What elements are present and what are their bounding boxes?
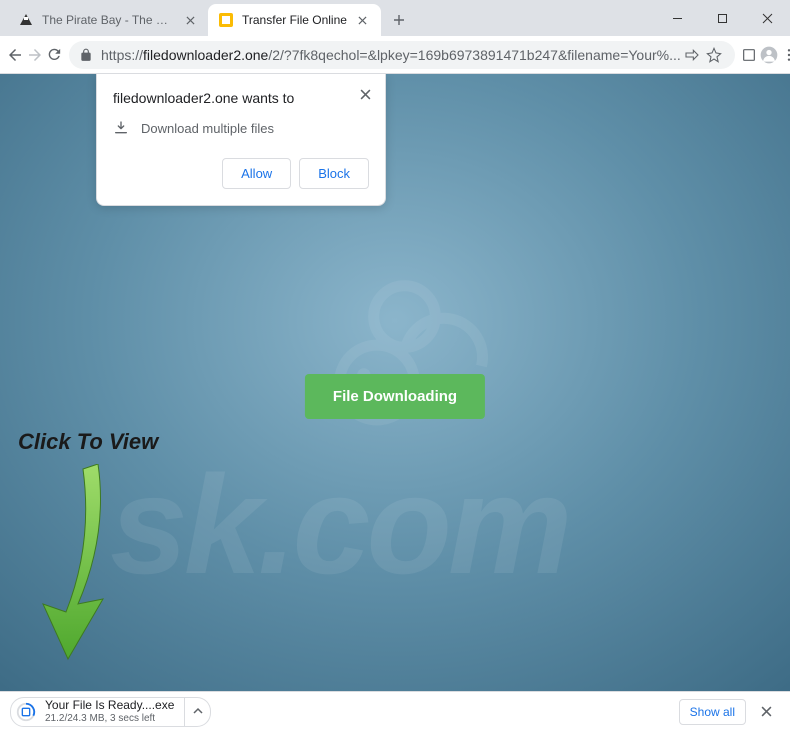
lock-icon bbox=[79, 48, 93, 62]
permission-request-row: Download multiple files bbox=[113, 120, 369, 136]
window-close-button[interactable] bbox=[745, 0, 790, 36]
permission-dialog: filedownloader2.one wants to Download mu… bbox=[96, 74, 386, 206]
favicon-transfer bbox=[218, 12, 234, 28]
download-item[interactable]: Your File Is Ready....exe 21.2/24.3 MB, … bbox=[10, 697, 185, 727]
download-bar: Your File Is Ready....exe 21.2/24.3 MB, … bbox=[0, 691, 790, 731]
download-options-button[interactable] bbox=[185, 697, 211, 727]
download-icon bbox=[113, 120, 129, 136]
new-tab-button[interactable] bbox=[385, 6, 413, 34]
allow-button[interactable]: Allow bbox=[222, 158, 291, 189]
arrow-down-icon bbox=[38, 464, 128, 664]
tab-piratebay[interactable]: The Pirate Bay - The galaxy's mo… bbox=[8, 4, 208, 36]
titlebar: The Pirate Bay - The galaxy's mo… Transf… bbox=[0, 0, 790, 36]
close-icon[interactable] bbox=[355, 12, 371, 28]
profile-icon[interactable] bbox=[759, 39, 779, 71]
toolbar: https://filedownloader2.one/2/?7fk8qecho… bbox=[0, 36, 790, 74]
download-progress-icon bbox=[15, 701, 37, 723]
page-content: sk.com File Downloading Click To View fi… bbox=[0, 74, 790, 691]
window-controls bbox=[655, 0, 790, 36]
url-text: https://filedownloader2.one/2/?7fk8qecho… bbox=[101, 47, 681, 63]
close-icon[interactable] bbox=[182, 12, 198, 28]
share-icon[interactable] bbox=[681, 39, 703, 71]
close-icon[interactable] bbox=[355, 84, 375, 104]
reload-button[interactable] bbox=[46, 39, 63, 71]
file-downloading-button[interactable]: File Downloading bbox=[305, 374, 485, 419]
watermark-text: sk.com bbox=[110, 444, 568, 606]
forward-button[interactable] bbox=[26, 39, 44, 71]
tab-title: The Pirate Bay - The galaxy's mo… bbox=[42, 13, 174, 27]
close-icon[interactable] bbox=[752, 698, 780, 726]
extensions-icon[interactable] bbox=[741, 39, 757, 71]
address-bar[interactable]: https://filedownloader2.one/2/?7fk8qecho… bbox=[69, 41, 735, 69]
favicon-piratebay bbox=[18, 12, 34, 28]
minimize-button[interactable] bbox=[655, 0, 700, 36]
maximize-button[interactable] bbox=[700, 0, 745, 36]
tab-transfer-file[interactable]: Transfer File Online bbox=[208, 4, 381, 36]
permission-title: filedownloader2.one wants to bbox=[113, 90, 369, 106]
download-filename: Your File Is Ready....exe bbox=[45, 699, 174, 712]
menu-icon[interactable] bbox=[781, 39, 790, 71]
show-all-button[interactable]: Show all bbox=[679, 699, 746, 725]
tab-title: Transfer File Online bbox=[242, 13, 347, 27]
bookmark-icon[interactable] bbox=[703, 39, 725, 71]
block-button[interactable]: Block bbox=[299, 158, 369, 189]
download-status: 21.2/24.3 MB, 3 secs left bbox=[45, 713, 174, 724]
click-to-view-text: Click To View bbox=[18, 429, 158, 455]
permission-request-text: Download multiple files bbox=[141, 121, 274, 136]
back-button[interactable] bbox=[6, 39, 24, 71]
